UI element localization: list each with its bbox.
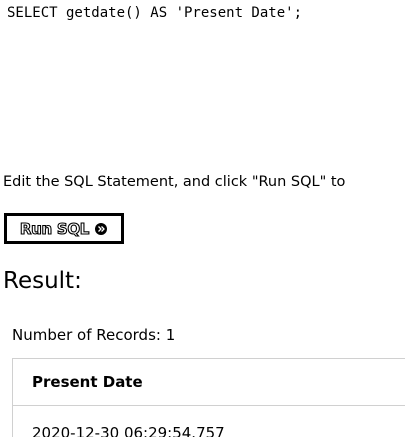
double-chevron-right-icon: [95, 222, 108, 235]
run-sql-button[interactable]: Run SQL: [4, 213, 124, 244]
run-sql-label: Run SQL: [19, 219, 90, 238]
result-heading: Result:: [3, 268, 82, 294]
table-header-row: Present Date: [12, 358, 405, 406]
result-table: Present Date 2020-12-30 06:29:54.757: [12, 358, 405, 437]
table-row: 2020-12-30 06:29:54.757: [12, 405, 405, 437]
table-cell-present-date: 2020-12-30 06:29:54.757: [12, 405, 405, 437]
record-count: Number of Records: 1: [12, 326, 176, 344]
column-header-present-date: Present Date: [12, 358, 405, 406]
run-sql-button-content: Run SQL: [19, 219, 108, 238]
sql-editor[interactable]: SELECT getdate() AS 'Present Date';: [7, 4, 405, 154]
instructions-text: Edit the SQL Statement, and click "Run S…: [3, 174, 346, 190]
